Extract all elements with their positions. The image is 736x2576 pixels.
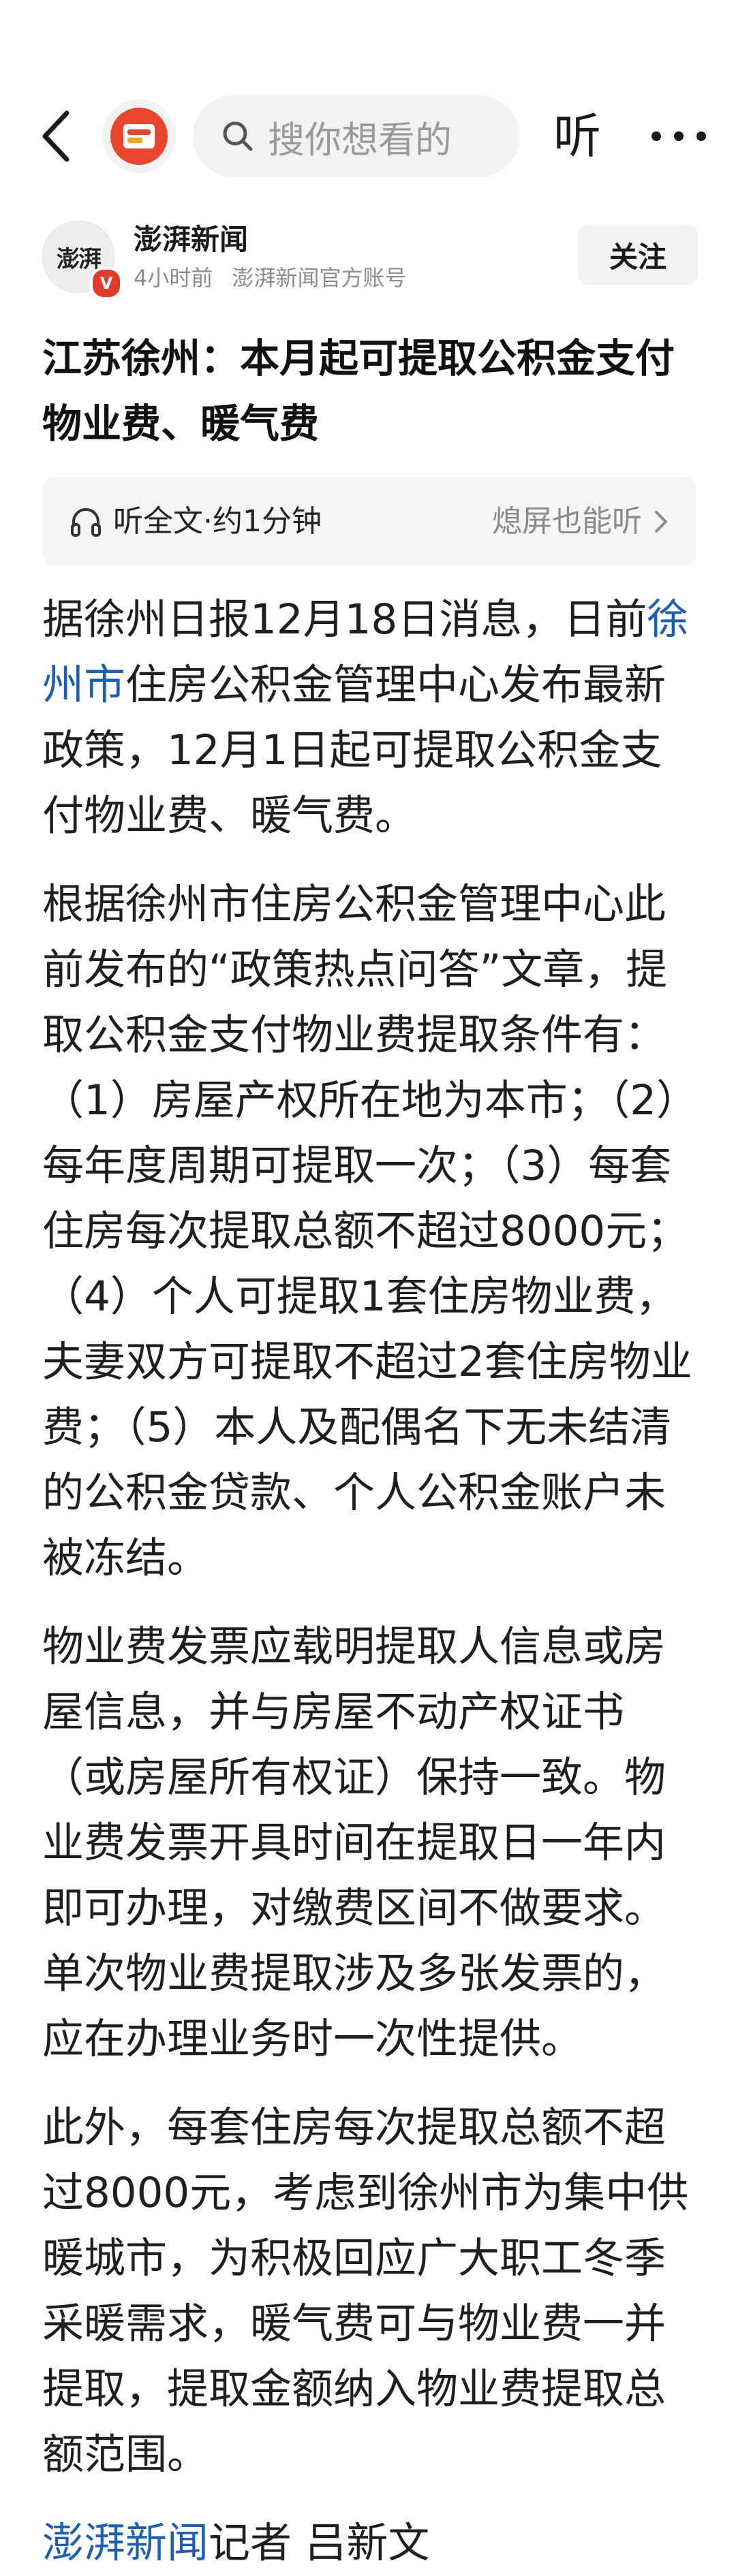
byline-source-link[interactable]: 澎湃新闻 [42,2519,209,2567]
thepaper-logo-icon [110,108,168,165]
paragraph-2: 根据徐州市住房公积金管理中心此前发布的“政策热点问答”文章，提取公积金支付物业费… [42,880,692,1582]
listen-full-article-bar[interactable]: 听全文·约1分钟 熄屏也能听 [42,477,696,565]
search-bar[interactable]: 搜你想看的 [193,95,520,177]
headphones-icon [71,508,101,537]
listen-button[interactable]: 听 [553,105,601,168]
byline-reporter: 记者 吕新文 [209,2519,430,2567]
search-icon [220,119,256,154]
listen-duration-label: 听全文·约1分钟 [113,504,322,539]
p1-text-after: 住房公积金管理中心发布最新政策，12月1日起可提取公积金支付物业费、暖气费。 [42,661,666,840]
app-logo-button[interactable] [102,99,176,173]
p1-text-before: 据徐州日报12月18日消息，日前 [42,595,647,644]
article-body: 据徐州日报12月18日消息，日前徐州市住房公积金管理中心发布最新政策，12月1日… [42,587,696,2576]
author-name[interactable]: 澎湃新闻 [134,221,248,259]
chevron-left-icon [42,110,70,162]
screen-off-listen-label: 熄屏也能听 [492,504,642,539]
byline: 澎湃新闻记者 吕新文 [42,2511,696,2576]
screen-off-listen-link[interactable]: 熄屏也能听 [492,503,669,541]
paragraph-3: 物业费发票应载明提取人信息或房屋信息，并与房屋不动产权证书（或房屋所有权证）保持… [42,1622,666,2063]
follow-button[interactable]: 关注 [578,225,698,285]
more-dots-icon [651,131,706,141]
search-placeholder: 搜你想看的 [268,118,452,161]
author-meta: 4小时前 澎湃新闻官方账号 [134,263,407,293]
more-button[interactable] [646,116,711,157]
article-title: 江苏徐州：本月起可提取公积金支付物业费、暖气费 [42,335,675,447]
verified-badge-icon: V [90,267,123,300]
chevron-right-icon [655,511,667,533]
author-row: 澎湃 V 澎湃新闻 4小时前 澎湃新闻官方账号 关注 [42,218,698,300]
paragraph-1: 据徐州日报12月18日消息，日前徐州市住房公积金管理中心发布最新政策，12月1日… [42,587,696,849]
account-description: 澎湃新闻官方账号 [232,265,407,291]
publish-time: 4小时前 [134,265,213,291]
back-button[interactable] [27,108,85,165]
top-bar: 搜你想看的 听 [0,89,736,184]
paragraph-4: 此外，每套住房每次提取总额不超过8000元，考虑到徐州市为集中供暖城市，为积极回… [42,2103,689,2479]
